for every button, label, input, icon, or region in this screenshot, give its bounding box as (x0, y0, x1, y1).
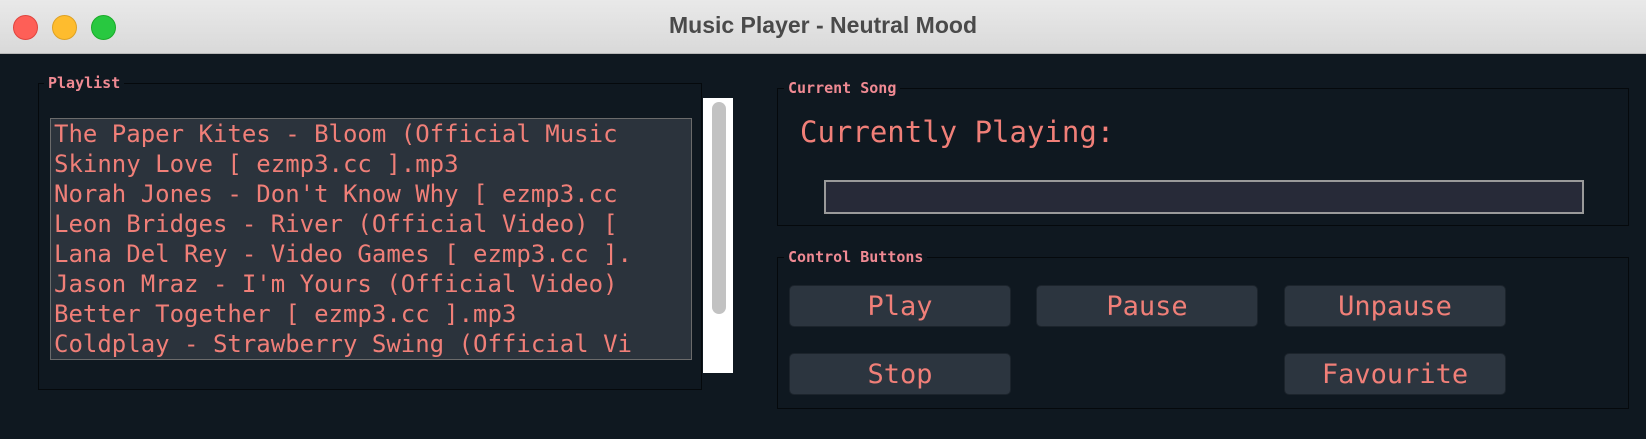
pause-button[interactable]: Pause (1036, 285, 1258, 327)
playlist-scrollbar[interactable] (703, 98, 733, 373)
playlist-item[interactable]: Leon Bridges - River (Official Video) [ (51, 209, 691, 239)
currently-playing-label: Currently Playing: (800, 115, 1115, 149)
playlist-item[interactable]: The Paper Kites - Bloom (Official Music (51, 119, 691, 149)
unpause-button[interactable]: Unpause (1284, 285, 1506, 327)
favourite-button[interactable]: Favourite (1284, 353, 1506, 395)
music-player-window: Music Player - Neutral Mood Playlist The… (0, 0, 1646, 439)
play-button[interactable]: Play (789, 285, 1011, 327)
song-progress-bar (824, 180, 1584, 214)
playlist-item[interactable]: Lana Del Rey - Video Games [ ezmp3.cc ]. (51, 239, 691, 269)
control-buttons-frame-label: Control Buttons (784, 248, 928, 266)
window-title: Music Player - Neutral Mood (668, 12, 977, 38)
playlist-item[interactable]: Skinny Love [ ezmp3.cc ].mp3 (51, 149, 691, 179)
stop-button[interactable]: Stop (789, 353, 1011, 395)
playlist-listbox[interactable]: The Paper Kites - Bloom (Official Music … (50, 118, 692, 360)
playlist-item[interactable]: Norah Jones - Don't Know Why [ ezmp3.cc (51, 179, 691, 209)
current-song-frame-label: Current Song (784, 79, 901, 97)
playlist-item[interactable]: Coldplay - Strawberry Swing (Official Vi (51, 329, 691, 359)
playlist-item[interactable]: Better Together [ ezmp3.cc ].mp3 (51, 299, 691, 329)
scrollbar-thumb[interactable] (712, 102, 726, 314)
playlist-item[interactable]: Jason Mraz - I'm Yours (Official Video) (51, 269, 691, 299)
title-bar: Music Player - Neutral Mood (0, 0, 1646, 54)
playlist-frame-label: Playlist (44, 74, 125, 92)
